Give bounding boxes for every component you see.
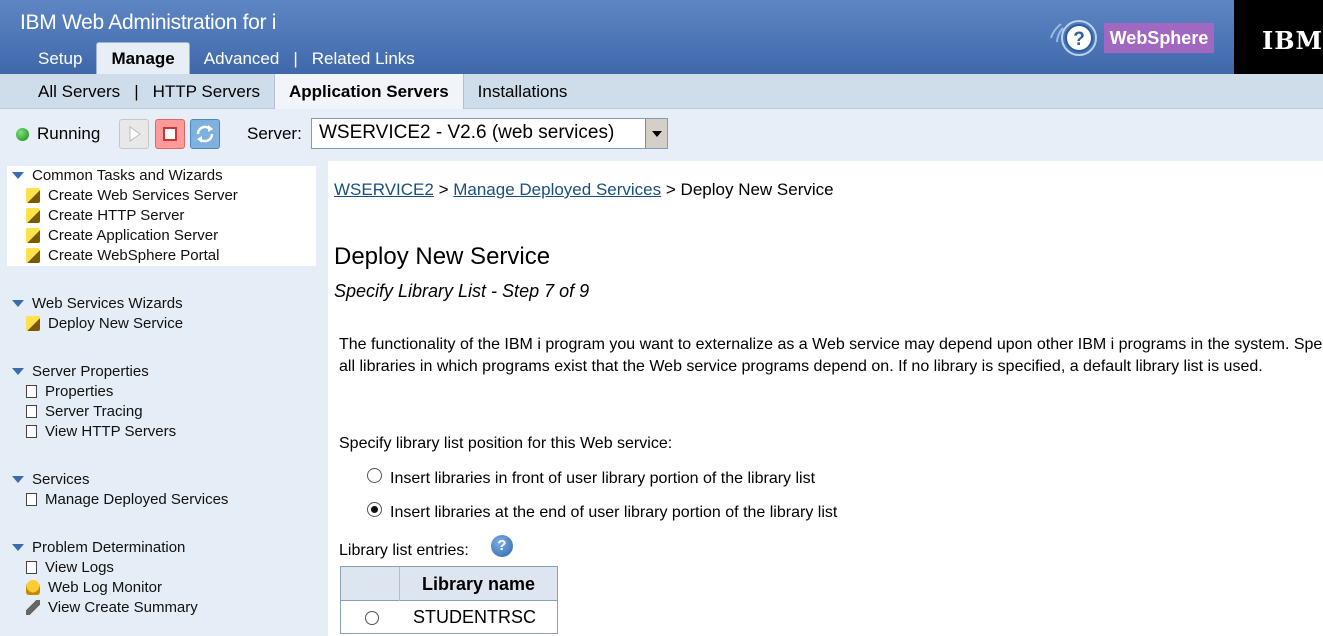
app-header: IBM Web Administration for i Setup Manag… <box>0 0 1323 74</box>
server-label: Server: <box>247 124 302 143</box>
page-title: Deploy New Service <box>334 243 551 270</box>
svg-text:?: ? <box>1073 29 1085 50</box>
sidebar-item-server-tracing[interactable]: Server Tracing <box>26 403 143 420</box>
tab-advanced[interactable]: Advanced <box>190 44 294 74</box>
wizard-icon <box>26 316 40 331</box>
sidebar-item-manage-deployed-services[interactable]: Manage Deployed Services <box>26 491 228 508</box>
option-insert-front[interactable]: Insert libraries in front of user librar… <box>367 467 815 488</box>
sidebar-item-create-http-server[interactable]: Create HTTP Server <box>26 207 184 224</box>
page-icon <box>26 561 37 574</box>
wizard-icon <box>26 248 40 263</box>
table-header: Library name <box>341 567 557 601</box>
help-icon[interactable]: ? <box>1045 18 1097 58</box>
status-running-icon <box>16 128 29 141</box>
sidebar-item-create-websphere-portal[interactable]: Create WebSphere Portal <box>26 247 219 264</box>
sidebar-item-view-logs[interactable]: View Logs <box>26 559 114 576</box>
step-title: Specify Library List - Step 7 of 9 <box>334 281 590 301</box>
refresh-button[interactable] <box>190 119 220 149</box>
sidebar-item-deploy-new-service[interactable]: Deploy New Service <box>26 315 183 332</box>
sidebar-group-services[interactable]: Services <box>10 471 90 488</box>
chevron-down-icon <box>652 131 662 137</box>
expand-triangle-icon <box>12 172 24 179</box>
breadcrumb: WSERVICE2 > Manage Deployed Services > D… <box>334 180 834 200</box>
server-select-value: WSERVICE2 - V2.6 (web services) <box>319 122 615 143</box>
expand-triangle-icon <box>12 368 24 375</box>
tab-related-links[interactable]: Related Links <box>298 44 429 74</box>
server-status: Running <box>37 124 101 143</box>
app-title: IBM Web Administration for i <box>20 11 277 34</box>
stop-button[interactable] <box>155 119 185 149</box>
bell-icon <box>26 580 40 595</box>
sidebar-group-web-services-wizards[interactable]: Web Services Wizards <box>10 295 183 312</box>
sidebar-item-view-http-servers[interactable]: View HTTP Servers <box>26 423 176 440</box>
radio-insert-front[interactable] <box>367 467 382 483</box>
description-text: The functionality of the IBM i program y… <box>339 336 1323 375</box>
table-cell-library-name: STUDENTRSC <box>413 607 537 627</box>
position-label: Specify library list position for this W… <box>339 435 673 452</box>
sidebar-item-properties[interactable]: Properties <box>26 383 113 400</box>
sidebar-item-web-log-monitor[interactable]: Web Log Monitor <box>26 579 162 596</box>
top-tabs: Setup Manage Advanced | Related Links <box>24 42 429 74</box>
tab-setup[interactable]: Setup <box>24 44 96 74</box>
row-select-radio[interactable] <box>365 611 379 625</box>
page-icon <box>26 493 37 506</box>
play-icon <box>129 126 141 142</box>
sidebar-group-problem-determination[interactable]: Problem Determination <box>10 539 185 556</box>
option-insert-end[interactable]: Insert libraries at the end of user libr… <box>367 501 837 522</box>
radio-insert-end[interactable] <box>367 501 382 517</box>
library-list-label: Library list entries: <box>339 542 469 559</box>
tab-http-servers[interactable]: HTTP Servers <box>139 74 274 109</box>
page-icon <box>26 405 37 418</box>
wizard-icon <box>26 208 40 223</box>
breadcrumb-link-wservice2[interactable]: WSERVICE2 <box>334 180 434 199</box>
sidebar-item-create-web-services-server[interactable]: Create Web Services Server <box>26 187 238 204</box>
expand-triangle-icon <box>12 476 24 483</box>
page-icon <box>26 425 37 438</box>
library-table: Library name STUDENTRSC <box>340 566 558 634</box>
breadcrumb-link-manage-deployed-services[interactable]: Manage Deployed Services <box>453 180 661 199</box>
sidebar-item-view-create-summary[interactable]: View Create Summary <box>26 599 198 616</box>
sidebar-group-common-tasks[interactable]: Common Tasks and Wizards <box>10 167 223 184</box>
wrench-icon <box>26 600 40 615</box>
expand-triangle-icon <box>12 544 24 551</box>
tab-all-servers[interactable]: All Servers <box>24 74 134 109</box>
column-header-library-name: Library name <box>399 567 557 601</box>
sidebar-item-create-application-server[interactable]: Create Application Server <box>26 227 218 244</box>
websphere-logo: WebSphere <box>1104 23 1214 53</box>
server-select[interactable]: WSERVICE2 - V2.6 (web services) <box>311 118 668 149</box>
refresh-icon <box>196 125 214 143</box>
sub-tab-bar: All Servers | HTTP Servers Application S… <box>0 74 1323 109</box>
tab-application-servers[interactable]: Application Servers <box>273 74 464 109</box>
breadcrumb-separator: > <box>665 180 676 199</box>
expand-triangle-icon <box>12 300 24 307</box>
breadcrumb-separator: > <box>438 180 449 199</box>
ibm-logo: IBM <box>1262 26 1323 55</box>
wizard-icon <box>26 188 40 203</box>
sidebar-group-server-properties[interactable]: Server Properties <box>10 363 149 380</box>
wizard-icon <box>26 228 40 243</box>
dropdown-arrow[interactable] <box>645 119 667 148</box>
tab-manage[interactable]: Manage <box>96 42 190 74</box>
stop-icon <box>163 127 177 141</box>
page-icon <box>26 385 37 398</box>
start-button[interactable] <box>119 119 149 149</box>
help-icon[interactable]: ? <box>491 535 513 557</box>
sub-tabs: All Servers | HTTP Servers Application S… <box>24 74 581 109</box>
tab-installations[interactable]: Installations <box>464 74 582 109</box>
breadcrumb-current: Deploy New Service <box>680 180 834 199</box>
